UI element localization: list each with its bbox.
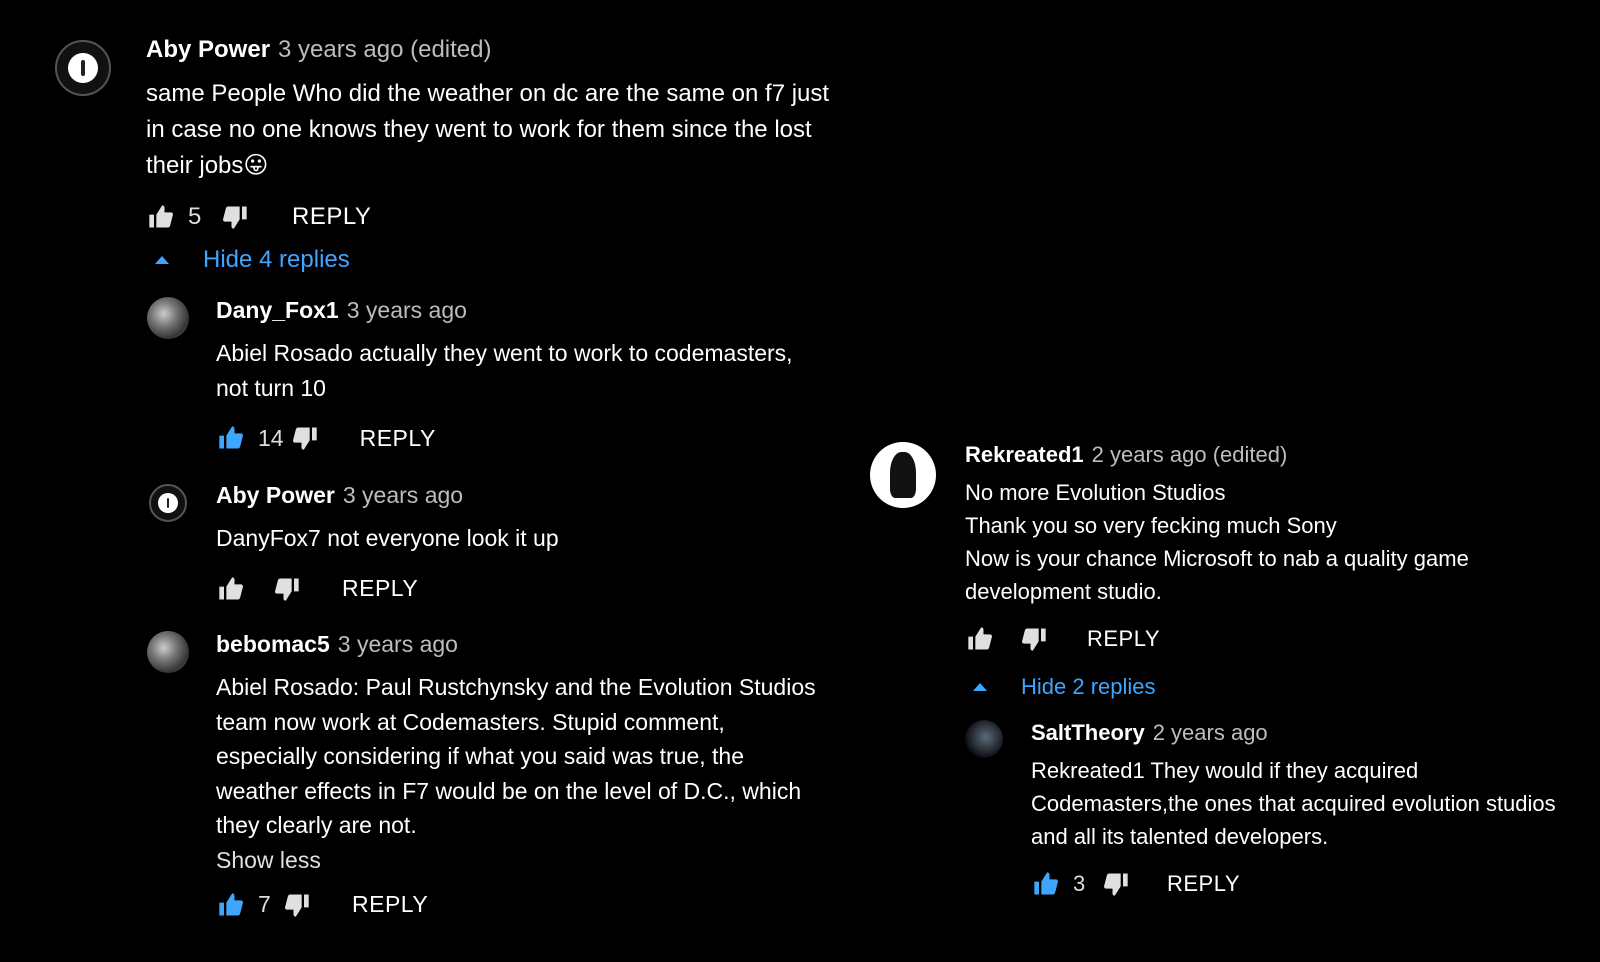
comment-text: DanyFox7 not everyone look it up (216, 521, 856, 556)
comment-header: Dany_Fox1 3 years ago (216, 297, 856, 324)
timestamp[interactable]: 2 years ago (edited) (1092, 442, 1288, 468)
avatar[interactable] (147, 631, 189, 673)
thumbs-down-icon (285, 894, 309, 917)
thumbs-down-icon (1022, 628, 1046, 651)
caret-up-icon (973, 683, 987, 691)
like-button[interactable] (146, 202, 176, 232)
avatar[interactable] (55, 40, 111, 96)
hide-replies-label: Hide 2 replies (1021, 674, 1156, 699)
comment-line: No more Evolution Studios (965, 480, 1226, 505)
like-button[interactable] (216, 423, 246, 453)
like-button[interactable] (216, 574, 246, 604)
comment-text: No more Evolution Studios Thank you so v… (965, 476, 1585, 608)
avatar[interactable] (870, 442, 936, 508)
dislike-button[interactable] (220, 202, 250, 232)
comment-line: team now work at Codemasters. Stupid com… (216, 708, 725, 735)
show-less-link[interactable]: Show less (216, 847, 856, 874)
author-name[interactable]: Aby Power (146, 36, 270, 64)
hide-replies-label: Hide 4 replies (203, 246, 350, 273)
comment-actions: 7 REPLY (216, 890, 856, 920)
reply-button[interactable]: REPLY (1167, 871, 1240, 897)
comment-actions: 5 REPLY (146, 202, 866, 232)
like-count: 7 (258, 891, 271, 917)
dislike-button[interactable] (1101, 869, 1131, 899)
timestamp[interactable]: 3 years ago (338, 631, 458, 658)
like-button[interactable] (216, 890, 246, 920)
clock-icon (158, 493, 178, 513)
comment-actions: 14 REPLY (216, 423, 856, 453)
comment-line: Thank you so very fecking much Sony (965, 513, 1337, 538)
comment-line: weather effects in F7 would be on the le… (216, 777, 802, 804)
thumbs-down-icon (275, 578, 299, 601)
like-count: 5 (188, 203, 202, 230)
reply-button[interactable]: REPLY (292, 203, 371, 231)
comment-header: SaltTheory 2 years ago (1031, 720, 1591, 746)
comment-header: bebomac5 3 years ago (216, 631, 856, 658)
timestamp[interactable]: 3 years ago (edited) (278, 36, 491, 64)
thumbs-up-icon (219, 892, 243, 915)
thumbs-up-icon (968, 627, 992, 650)
comment-text: Abiel Rosado actually they went to work … (216, 336, 856, 405)
comment-text: same People Who did the weather on dc ar… (146, 76, 866, 184)
comment-actions: REPLY (216, 574, 856, 604)
like-button[interactable] (965, 624, 995, 654)
comment-header: Aby Power 3 years ago (edited) (146, 36, 866, 64)
timestamp[interactable]: 3 years ago (347, 297, 467, 324)
hide-replies-toggle[interactable]: Hide 4 replies (155, 246, 350, 274)
dislike-button[interactable] (282, 890, 312, 920)
like-button[interactable] (1031, 869, 1061, 899)
timestamp[interactable]: 2 years ago (1153, 720, 1268, 746)
thumbs-down-icon (1104, 873, 1128, 896)
comment-line: especially considering if what you said … (216, 743, 745, 769)
comment-line: development studio. (965, 579, 1162, 604)
like-count: 14 (258, 424, 284, 451)
reply-button[interactable]: REPLY (352, 891, 428, 918)
comment-line: and all its talented developers. (1031, 824, 1329, 849)
reply-button[interactable]: REPLY (1087, 626, 1160, 652)
author-name[interactable]: Dany_Fox1 (216, 297, 339, 324)
thumbs-down-icon (223, 206, 247, 229)
comment-line: not turn 10 (216, 374, 326, 401)
comment-actions: REPLY (965, 624, 1585, 654)
comment-line: DanyFox7 not everyone look it up (216, 525, 559, 551)
comment-line: Abiel Rosado actually they went to work … (216, 340, 793, 366)
author-name[interactable]: bebomac5 (216, 631, 330, 658)
comment-line: Abiel Rosado: Paul Rustchynsky and the E… (216, 674, 816, 700)
hide-replies-toggle[interactable]: Hide 2 replies (973, 674, 1156, 700)
clock-icon (67, 52, 99, 84)
comment-text: Abiel Rosado: Paul Rustchynsky and the E… (216, 670, 856, 843)
dislike-button[interactable] (272, 574, 302, 604)
dislike-button[interactable] (290, 423, 320, 453)
author-name[interactable]: Aby Power (216, 482, 335, 509)
comment-line: they clearly are not. (216, 812, 417, 838)
avatar[interactable] (965, 720, 1003, 758)
timestamp[interactable]: 3 years ago (343, 482, 463, 509)
comment-text: Rekreated1 They would if they acquired C… (1031, 754, 1591, 853)
thumbs-down-icon (292, 427, 317, 450)
thumbs-up-icon (219, 576, 243, 599)
comment-line: same People Who did the weather on dc ar… (146, 80, 830, 107)
comment-header: Aby Power 3 years ago (216, 482, 856, 509)
reply-button[interactable]: REPLY (360, 425, 436, 452)
comment-line: in case no one knows they went to work f… (146, 116, 812, 143)
author-name[interactable]: SaltTheory (1031, 720, 1145, 746)
dislike-button[interactable] (1019, 624, 1049, 654)
reply-button[interactable]: REPLY (342, 575, 418, 602)
wolf-figure-icon (890, 451, 916, 499)
comment-header: Rekreated1 2 years ago (edited) (965, 442, 1585, 468)
comment-line: Rekreated1 They would if they acquired (1031, 758, 1419, 783)
like-count: 3 (1073, 871, 1086, 896)
avatar[interactable] (149, 484, 187, 522)
thumbs-up-icon (219, 426, 243, 449)
caret-up-icon (155, 256, 169, 264)
comment-line: Now is your chance Microsoft to nab a qu… (965, 546, 1469, 571)
avatar[interactable] (147, 297, 189, 339)
comment-actions: 3 REPLY (1031, 869, 1591, 899)
thumbs-up-icon (1034, 872, 1058, 895)
comment-line: their jobs😛 (146, 152, 269, 179)
thumbs-up-icon (149, 205, 173, 228)
author-name[interactable]: Rekreated1 (965, 442, 1084, 468)
comment-line: Codemasters,the ones that acquired evolu… (1031, 791, 1556, 816)
